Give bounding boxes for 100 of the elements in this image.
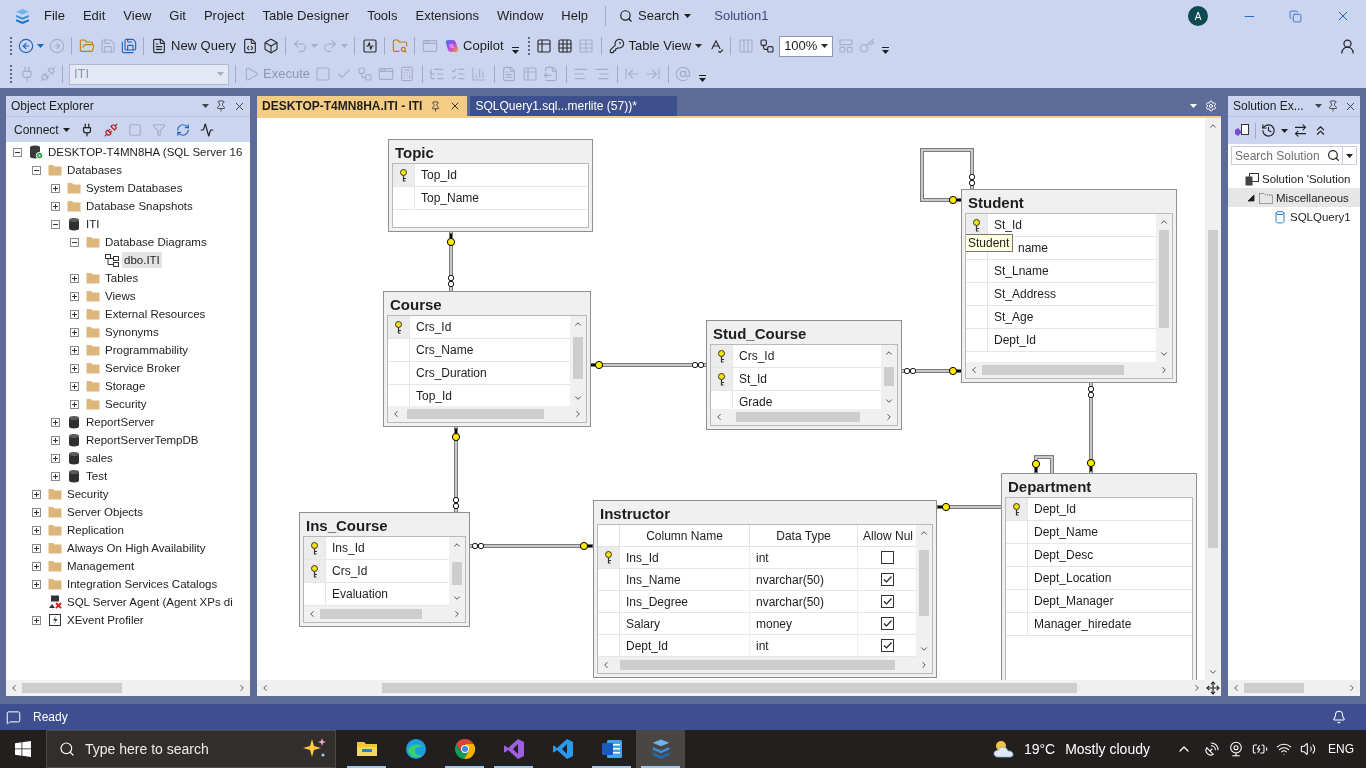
- plus-box-icon[interactable]: [70, 381, 79, 391]
- table-card[interactable]: Topic Top_Id Top_Name: [388, 139, 593, 232]
- minus-box-icon[interactable]: [70, 237, 79, 247]
- horizontal-scrollbar[interactable]: [598, 657, 932, 673]
- table-card[interactable]: Department Dept_Id Dept_Name Dept_Desc Dept_Location Dept_Manager Manager_hiredate: [1001, 473, 1197, 680]
- restore-icon[interactable]: [1289, 9, 1302, 23]
- menu-item[interactable]: Window: [488, 3, 553, 29]
- menu-item[interactable]: Edit: [73, 3, 115, 29]
- tree-item[interactable]: dbo.ITI: [122, 252, 162, 268]
- row-selector[interactable]: [711, 368, 733, 390]
- floppy-disks-icon[interactable]: [120, 38, 137, 54]
- table-card[interactable]: Stud_Course Crs_Id St_Id Grade: [706, 320, 902, 430]
- copilot-button[interactable]: Copilot: [440, 35, 507, 57]
- horizontal-scrollbar[interactable]: [6, 680, 250, 696]
- menu-item[interactable]: Git: [160, 3, 195, 29]
- webcam-icon[interactable]: [1228, 741, 1244, 757]
- tree-item[interactable]: Security: [103, 396, 149, 412]
- grid-icon[interactable]: [557, 38, 573, 54]
- checkbox[interactable]: [880, 595, 894, 608]
- tree-item[interactable]: DESKTOP-T4MN8HA (SQL Server 16: [46, 144, 245, 160]
- horizontal-scrollbar[interactable]: [388, 406, 586, 422]
- scrollbar-thumb[interactable]: [573, 337, 583, 379]
- tree-item[interactable]: Solution 'Solution: [1262, 170, 1351, 187]
- plus-box-icon[interactable]: [51, 183, 60, 193]
- column-header[interactable]: Data Type: [750, 525, 858, 546]
- move-arrows-icon[interactable]: [1206, 681, 1220, 695]
- refresh-icon[interactable]: [175, 122, 190, 137]
- tree-item[interactable]: Database Snapshots: [84, 198, 195, 214]
- caret-icon[interactable]: [1346, 153, 1353, 158]
- tree-item[interactable]: SQLQuery1: [1290, 208, 1351, 225]
- tree-item[interactable]: Replication: [65, 522, 126, 538]
- tree-item[interactable]: ITI: [84, 216, 102, 232]
- code-file-icon[interactable]: [241, 38, 258, 54]
- plus-box-icon[interactable]: [51, 201, 60, 211]
- tree-item[interactable]: Server Objects: [65, 504, 146, 520]
- sync-arrows-icon[interactable]: [1293, 123, 1308, 138]
- caret-icon[interactable]: [1315, 104, 1322, 108]
- volume-icon[interactable]: [1300, 741, 1316, 757]
- horizontal-scrollbar[interactable]: [711, 409, 897, 425]
- language-indicator[interactable]: ENG: [1328, 740, 1354, 758]
- scrollbar-thumb[interactable]: [1208, 230, 1218, 548]
- tree-item[interactable]: Tables: [103, 270, 141, 286]
- scrollbar-thumb[interactable]: [982, 365, 1124, 375]
- battery-icon[interactable]: [1252, 741, 1268, 757]
- search-field[interactable]: Type here to search: [46, 730, 336, 768]
- horizontal-scrollbar[interactable]: [966, 362, 1172, 378]
- relationship-connector[interactable]: [936, 502, 1002, 512]
- new-query-button[interactable]: New Query: [148, 35, 240, 57]
- scrollbar-thumb[interactable]: [452, 562, 462, 585]
- tree-item[interactable]: Databases: [65, 162, 124, 178]
- vertical-scrollbar[interactable]: [570, 316, 586, 406]
- scrollbar-thumb[interactable]: [620, 660, 895, 670]
- clock-history-icon[interactable]: [1261, 123, 1276, 138]
- row-selector[interactable]: [966, 214, 988, 236]
- activity-pulse-icon[interactable]: [199, 122, 214, 137]
- tree-item[interactable]: System Databases: [84, 180, 185, 196]
- overflow-caret-icon[interactable]: [699, 75, 706, 82]
- tree-item[interactable]: sales: [84, 450, 115, 466]
- caret-icon[interactable]: [1281, 128, 1288, 133]
- document-tab[interactable]: SQLQuery1.sql...merlite (57))*: [470, 96, 677, 116]
- tree-item[interactable]: Views: [103, 288, 138, 304]
- settings-icon[interactable]: [1205, 100, 1217, 112]
- search-field[interactable]: Search Solution: [1231, 146, 1357, 165]
- plus-box-icon[interactable]: [51, 435, 60, 445]
- menu-item[interactable]: Project: [194, 3, 254, 29]
- taskbar-button[interactable]: [636, 730, 685, 768]
- vertical-scrollbar[interactable]: [916, 525, 932, 657]
- menu-item[interactable]: Table Designer: [253, 3, 359, 29]
- horizontal-scrollbar[interactable]: [257, 680, 1205, 696]
- row-selector[interactable]: [1006, 498, 1028, 520]
- row-selector[interactable]: [598, 547, 620, 568]
- overflow-caret-icon[interactable]: [882, 47, 890, 54]
- plus-box-icon[interactable]: [51, 471, 60, 481]
- relationship-connector[interactable]: [451, 426, 461, 513]
- tree-item[interactable]: Always On High Availability: [65, 540, 208, 556]
- menu-item[interactable]: Help: [552, 3, 598, 29]
- plus-box-icon[interactable]: [70, 363, 79, 373]
- vertical-scrollbar[interactable]: [1156, 214, 1172, 362]
- unplug-icon[interactable]: [103, 122, 118, 137]
- checkbox[interactable]: [880, 573, 894, 586]
- scrollbar-thumb[interactable]: [22, 683, 122, 693]
- scrollbar-thumb[interactable]: [884, 367, 894, 386]
- table-view-button[interactable]: Table View: [605, 35, 706, 57]
- person-icon[interactable]: [1339, 37, 1356, 55]
- app-logo-icon[interactable]: [14, 7, 31, 25]
- menu-item[interactable]: View: [114, 3, 161, 29]
- tree-item[interactable]: Programmability: [103, 342, 191, 358]
- plus-box-icon[interactable]: [51, 417, 60, 427]
- row-selector[interactable]: [711, 345, 733, 367]
- horizontal-scrollbar[interactable]: [304, 606, 465, 622]
- cube-icon[interactable]: [262, 38, 279, 54]
- search-icon[interactable]: [1327, 149, 1340, 162]
- checkbox[interactable]: [880, 639, 894, 652]
- plus-box-icon[interactable]: [32, 489, 41, 499]
- tree-item[interactable]: Integration Services Catalogs: [65, 576, 220, 592]
- plus-box-icon[interactable]: [32, 507, 41, 517]
- horizontal-scrollbar[interactable]: [1228, 680, 1360, 696]
- menu-item[interactable]: Extensions: [406, 3, 489, 29]
- windows-logo-icon[interactable]: [15, 741, 31, 757]
- plus-box-icon[interactable]: [70, 291, 79, 301]
